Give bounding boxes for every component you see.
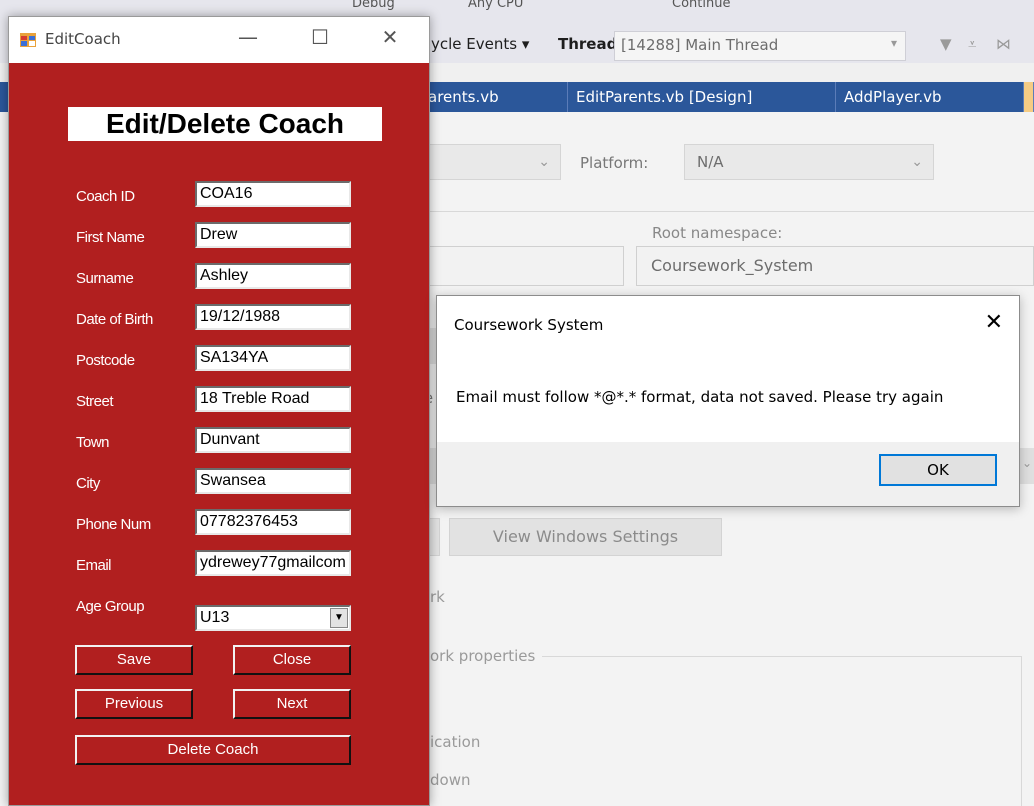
ok-button[interactable]: OK <box>879 454 997 486</box>
date-of-birth-label: Date of Birth <box>76 311 153 328</box>
window-title: EditCoach <box>45 30 121 48</box>
dialog-title: Coursework System <box>454 316 604 334</box>
assembly-name-field[interactable] <box>420 246 624 286</box>
chevron-down-icon: ▾ <box>890 36 897 50</box>
phone-num-label: Phone Num <box>76 516 151 533</box>
close-icon[interactable]: ✕ <box>985 310 1003 335</box>
partial-label-down: down <box>430 771 471 789</box>
city-field[interactable]: Swansea <box>195 468 351 494</box>
configuration-combo[interactable]: ⌄ <box>420 144 561 180</box>
postcode-field[interactable]: SA134YA <box>195 345 351 371</box>
email-field[interactable]: ydrewey77gmailcom <box>195 550 351 576</box>
platform-combo[interactable]: N/A ⌄ <box>684 144 934 180</box>
first-name-field[interactable]: Drew <box>195 222 351 248</box>
city-label: City <box>76 475 100 492</box>
close-button[interactable]: Close <box>233 645 351 675</box>
tab-addplayer-vb[interactable]: AddPlayer.vb <box>836 82 1024 112</box>
first-name-label: First Name <box>76 229 145 246</box>
icon-combo[interactable]: ⌄ <box>1020 448 1034 484</box>
postcode-label: Postcode <box>76 352 135 369</box>
divider <box>430 211 1034 212</box>
close-icon[interactable]: ✕ <box>375 25 405 49</box>
age-group-label: Age Group <box>76 598 145 615</box>
filter-clear-icon[interactable]: ⩡ <box>968 35 976 53</box>
view-windows-settings-button[interactable]: View Windows Settings <box>449 518 722 556</box>
tab-active[interactable] <box>1024 82 1034 112</box>
form-heading: Edit/Delete Coach <box>68 107 382 141</box>
maximize-icon[interactable]: ☐ <box>305 25 335 49</box>
root-namespace-label: Root namespace: <box>652 224 783 242</box>
delete-coach-button[interactable]: Delete Coach <box>75 735 351 765</box>
group-border-right <box>1021 656 1022 806</box>
previous-button[interactable]: Previous <box>75 689 193 719</box>
tab-editparents-design[interactable]: EditParents.vb [Design] <box>568 82 836 112</box>
partial-label-rk: rk <box>430 588 445 606</box>
tab-parents-vb[interactable]: arents.vb <box>420 82 568 112</box>
continue-button[interactable]: Continue <box>672 0 730 11</box>
coach-id-field[interactable]: COA16 <box>195 181 351 207</box>
next-button[interactable]: Next <box>233 689 351 719</box>
window-titlebar[interactable]: EditCoach — ☐ ✕ <box>9 17 429 63</box>
town-label: Town <box>76 434 110 451</box>
town-field[interactable]: Dunvant <box>195 427 351 453</box>
surname-label: Surname <box>76 270 134 287</box>
street-label: Street <box>76 393 114 410</box>
surname-field[interactable]: Ashley <box>195 263 351 289</box>
save-button[interactable]: Save <box>75 645 193 675</box>
email-label: Email <box>76 557 112 574</box>
framework-properties-group-label: ork properties <box>430 647 536 665</box>
phone-num-field[interactable]: 07782376453 <box>195 509 351 535</box>
chevron-down-icon[interactable]: ▼ <box>330 608 348 628</box>
lifecycle-events-menu[interactable]: ycle Events ▾ <box>431 35 529 53</box>
partial-label-ication: ication <box>430 733 481 751</box>
age-group-select[interactable]: U13 ▼ <box>195 605 351 631</box>
filter-icon[interactable]: ▼ <box>940 35 952 53</box>
cpu-config-combo[interactable]: Any CPU <box>468 0 523 11</box>
chevron-down-icon: ⌄ <box>1022 456 1033 470</box>
dialog-footer: OK <box>437 442 1019 506</box>
thread-select[interactable]: [14288] Main Thread ▾ <box>614 31 906 61</box>
chevron-down-icon: ⌄ <box>911 154 923 170</box>
minimize-icon[interactable]: — <box>233 25 263 49</box>
form-icon <box>20 33 36 47</box>
threads-icon[interactable]: ⋈ <box>996 35 1011 53</box>
root-namespace-field[interactable]: Coursework_System <box>636 246 1034 286</box>
chevron-down-icon: ⌄ <box>538 154 550 170</box>
street-field[interactable]: 18 Treble Road <box>195 386 351 412</box>
platform-label: Platform: <box>580 154 649 172</box>
coach-id-label: Coach ID <box>76 188 135 205</box>
debug-config-combo[interactable]: Debug <box>352 0 395 11</box>
error-dialog: Coursework System ✕ Email must follow *@… <box>436 295 1020 507</box>
dialog-message: Email must follow *@*.* format, data not… <box>456 388 944 406</box>
editcoach-window: EditCoach — ☐ ✕ Edit/Delete Coach Coach … <box>8 16 430 806</box>
group-border-top <box>542 656 1022 657</box>
date-of-birth-field[interactable]: 19/12/1988 <box>195 304 351 330</box>
